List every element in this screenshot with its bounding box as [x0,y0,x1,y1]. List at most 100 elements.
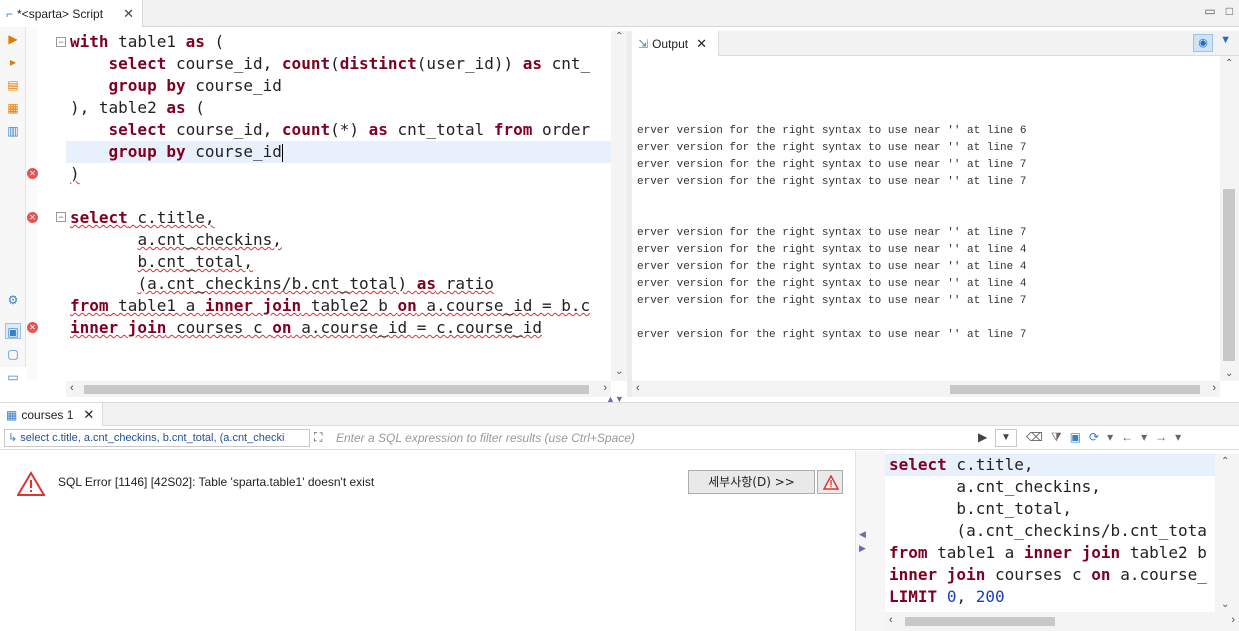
show-output-icon[interactable]: ▢ [5,346,21,362]
fold-toggle-icon[interactable]: − [56,37,66,47]
scroll-up-icon[interactable]: ⌃ [1225,58,1233,69]
error-preview-splitter[interactable]: ◀ ▶ [855,451,885,631]
settings-gear-icon[interactable]: ⚙ [5,292,21,308]
execute-script-icon[interactable]: ▤ [5,77,21,93]
code-line: b.cnt_total, [70,251,253,273]
code-token: table1 [108,32,186,51]
back-icon[interactable]: ← [1121,430,1133,445]
preview-vertical-scrollbar[interactable]: ⌃ ⌄ [1215,454,1239,612]
apply-filter-icon[interactable]: ▶ [978,430,987,444]
chevron-down-icon[interactable]: ▾ [1107,430,1113,445]
scroll-up-icon[interactable]: ⌃ [1221,456,1229,467]
tab-output[interactable]: ⇲ Output ✕ [632,31,719,56]
execute-script-tabs-icon[interactable]: ▦ [5,100,21,116]
scroll-right-icon[interactable]: › [603,382,607,394]
query-text-field[interactable]: ↳ select c.title, a.cnt_checkins, b.cnt_… [4,429,310,447]
output-vertical-scrollbar[interactable]: ⌃ ⌄ [1220,56,1239,381]
code-line: with table1 as ( [70,31,224,53]
sql-keyword: count [281,120,331,139]
tab-results[interactable]: ▦ courses 1 ✕ [0,403,103,426]
sql-keyword: from [889,543,928,562]
code-token: (*) [330,120,369,139]
code-token: (a.cnt_checkins/b.cnt_total) [137,274,417,293]
code-token: table1 a [108,296,205,315]
expand-right-icon[interactable]: ▶ [859,543,866,554]
scrollbar-thumb[interactable] [1223,189,1235,361]
code-line: inner join courses c on a.course_id = c.… [70,317,542,339]
output-log: erver version for the right syntax to us… [632,56,1220,381]
output-line: erver version for the right syntax to us… [637,278,1027,290]
eye-icon[interactable]: ◉ [1193,34,1213,52]
preview-horizontal-scrollbar[interactable]: ‹ › [885,612,1239,631]
code-token: ) [70,164,80,183]
number-literal: 200 [975,587,1005,606]
chevron-down-icon[interactable]: ▼ [1220,34,1231,46]
save-filter-icon[interactable]: ▣ [1070,430,1081,445]
editor-vertical-scrollbar[interactable]: ⌃ ⌄ [611,31,627,381]
close-icon[interactable]: ✕ [696,36,707,52]
scroll-down-icon[interactable]: ⌄ [1221,599,1229,610]
scroll-left-icon[interactable]: ‹ [889,614,893,626]
scrollbar-thumb[interactable] [950,385,1200,394]
editor-horizontal-scrollbar[interactable]: ‹ › [66,381,611,397]
scroll-right-icon[interactable]: › [1231,614,1235,626]
close-icon[interactable]: ✕ [83,407,94,423]
chevron-down-icon[interactable]: ▾ [1141,430,1147,445]
close-icon[interactable]: ✕ [123,6,134,22]
code-line: a.cnt_checkins, [70,229,282,251]
scroll-down-icon[interactable]: ⌄ [1225,368,1233,379]
preview-line: b.cnt_total, [889,498,1072,520]
filter-history-dropdown[interactable]: ▼ [995,429,1017,447]
scroll-left-icon[interactable]: ‹ [636,382,640,394]
sql-keyword: on [1091,565,1111,584]
expand-icon[interactable]: ⛶ [314,430,322,445]
output-tab-title: Output [652,36,689,51]
scrollbar-thumb[interactable] [905,617,1055,626]
scroll-right-icon[interactable]: › [1212,382,1216,394]
details-button[interactable]: 세부사항(D) >> [688,470,815,494]
chevron-down-icon[interactable]: ▾ [1175,430,1181,445]
error-marker-icon: ✕ [27,168,38,179]
scroll-left-icon[interactable]: ‹ [70,382,74,394]
output-line: erver version for the right syntax to us… [637,125,1027,137]
forward-icon[interactable]: → [1155,430,1167,445]
minimize-button[interactable]: ▭ [1204,4,1215,18]
error-log-button[interactable] [817,470,843,494]
filter-settings-icon[interactable]: ⧩ [1051,430,1062,445]
tab-sparta-script[interactable]: ⌐ *<sparta> Script ✕ [0,0,143,27]
explain-plan-icon[interactable]: ▥ [5,123,21,139]
scroll-down-icon[interactable]: ⌄ [615,366,623,377]
refresh-icon[interactable]: ⟳ [1089,430,1099,445]
sql-keyword: LIMIT [889,587,938,606]
sql-keyword: inner join [204,296,302,315]
execute-new-tab-icon[interactable]: ▸ [5,54,21,70]
sql-keyword: select [108,54,167,73]
error-message: SQL Error [1146] [42S02]: Table 'sparta.… [58,475,375,489]
code-token: a.course_id = b.c [416,296,591,315]
show-log-icon[interactable]: ▭ [5,369,21,385]
scrollbar-thumb[interactable] [84,385,589,394]
maximize-button[interactable]: □ [1226,4,1233,18]
sql-keyword: count [281,54,331,73]
collapse-left-icon[interactable]: ◀ [859,529,866,540]
sql-keyword: as [368,120,388,139]
clear-filter-icon[interactable]: ⌫ [1026,430,1043,445]
code-token: b.cnt_total, [137,252,254,271]
script-file-icon: ⌐ [6,6,14,21]
sql-keyword: inner join [1023,543,1121,562]
sql-editor[interactable]: with table1 as ( select course_id, count… [66,31,611,381]
sql-keyword: from [70,296,109,315]
sql-keyword: group by [108,142,186,161]
fold-toggle-icon[interactable]: − [56,212,66,222]
code-line: group by course_id [66,141,611,163]
preview-line: (a.cnt_checkins/b.cnt_tota [889,520,1206,542]
code-line: group by course_id [70,75,282,97]
sql-keyword: distinct [339,54,417,73]
filter-input[interactable] [336,429,976,447]
show-results-icon[interactable]: ▣ [5,323,21,339]
scroll-up-icon[interactable]: ⌃ [615,31,623,42]
execute-statement-icon[interactable]: ▶ [5,31,21,47]
output-horizontal-scrollbar[interactable]: ‹ › [632,381,1220,397]
